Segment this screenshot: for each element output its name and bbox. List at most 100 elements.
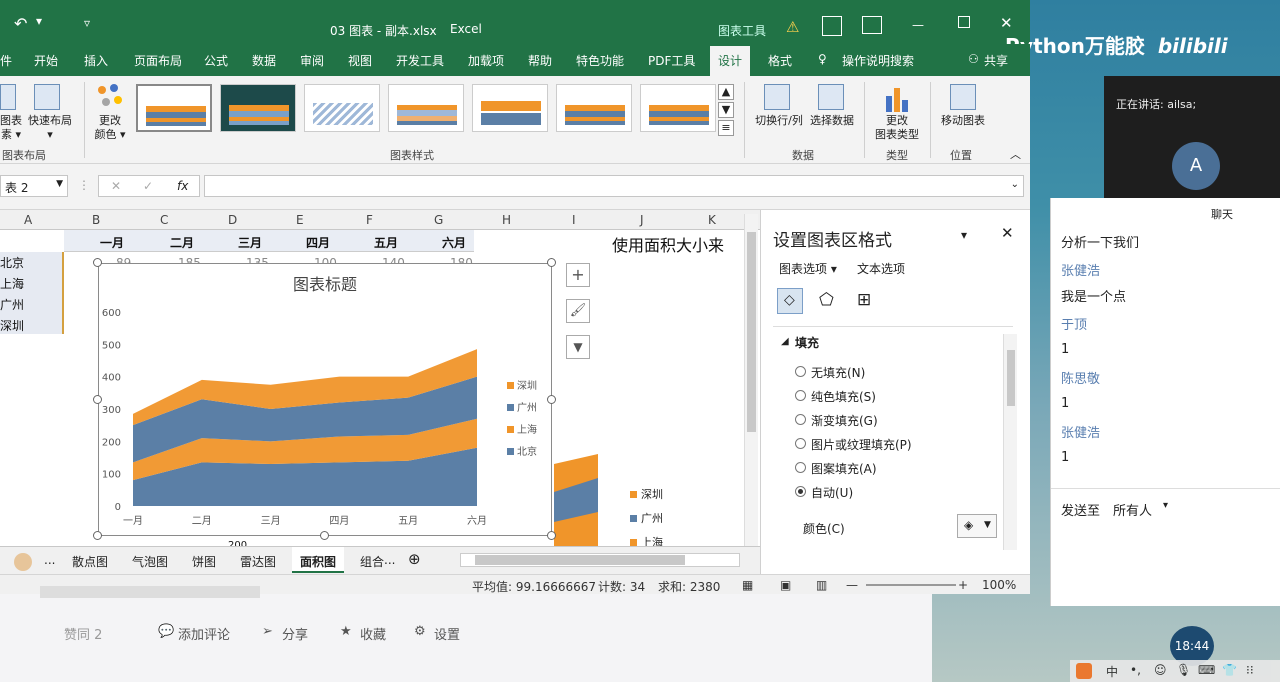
- tools-icon[interactable]: ⁝⁝: [1246, 663, 1254, 677]
- legend-swatch[interactable]: [507, 404, 514, 411]
- tab-nav-icon[interactable]: [14, 553, 32, 571]
- radio-automatic[interactable]: [795, 486, 806, 497]
- col-header-e[interactable]: E: [296, 213, 304, 227]
- minimize-icon[interactable]: —: [912, 18, 924, 32]
- tab-data[interactable]: 数据: [252, 52, 276, 69]
- tab-file[interactable]: 件: [0, 52, 12, 69]
- add-comment-button[interactable]: 添加评论: [178, 624, 230, 643]
- cell-row-beijing[interactable]: 北京: [0, 254, 24, 271]
- tab-pdf[interactable]: PDF工具: [648, 52, 695, 69]
- punctuation-icon[interactable]: •,: [1130, 663, 1141, 677]
- fill-line-icon[interactable]: ◇: [777, 288, 803, 314]
- cell-month-4[interactable]: 四月: [306, 234, 330, 251]
- col-header-c[interactable]: C: [160, 213, 168, 227]
- cell-row-shanghai[interactable]: 上海: [0, 275, 24, 292]
- label-solid-fill[interactable]: 纯色填充(S): [811, 388, 876, 405]
- sheet-tab-scatter[interactable]: 散点图: [72, 553, 108, 570]
- page-break-view-icon[interactable]: ▥: [816, 578, 827, 592]
- legend-label[interactable]: 深圳: [517, 380, 537, 392]
- pane-scroll-thumb[interactable]: [1007, 350, 1015, 406]
- col-header-g[interactable]: G: [434, 213, 443, 227]
- label-picture-fill[interactable]: 图片或纹理填充(P): [811, 436, 912, 453]
- radio-no-fill[interactable]: [795, 366, 806, 377]
- settings-gear-icon[interactable]: ⚙: [414, 624, 426, 639]
- horizontal-scrollbar[interactable]: [460, 553, 740, 567]
- col-header-d[interactable]: D: [228, 213, 237, 227]
- chart-style-4[interactable]: [388, 84, 464, 132]
- tell-me-search[interactable]: 操作说明搜索: [842, 52, 914, 69]
- favorite-link[interactable]: 收藏: [360, 624, 386, 643]
- move-chart-icon[interactable]: [950, 84, 976, 110]
- section-collapse-icon[interactable]: ◢: [781, 336, 789, 347]
- chart-styles-button[interactable]: 🖌: [566, 299, 590, 323]
- resize-handle-tr[interactable]: [547, 258, 556, 267]
- change-chart-type-label[interactable]: 更改: [868, 114, 926, 128]
- insert-function-icon[interactable]: fx: [177, 179, 188, 193]
- section-fill[interactable]: 填充: [795, 334, 819, 351]
- normal-view-icon[interactable]: ▦: [742, 578, 753, 592]
- cancel-icon[interactable]: ✕: [111, 179, 121, 193]
- color-picker-button[interactable]: ◈ ▼: [957, 514, 997, 538]
- legend-swatch[interactable]: [507, 426, 514, 433]
- sheet-tab-radar[interactable]: 雷达图: [240, 553, 276, 570]
- radio-gradient-fill[interactable]: [795, 414, 806, 425]
- change-colors-icon[interactable]: [96, 84, 124, 110]
- switch-row-col-icon[interactable]: [764, 84, 790, 110]
- chart-style-2[interactable]: [220, 84, 296, 132]
- chart-style-6[interactable]: [556, 84, 632, 132]
- share-button[interactable]: 共享: [984, 52, 1008, 69]
- styles-more-icon[interactable]: ≡: [718, 120, 734, 136]
- tab-format[interactable]: 格式: [768, 52, 792, 69]
- cell-month-1[interactable]: 一月: [100, 234, 124, 251]
- chart-title[interactable]: 图表标题: [293, 275, 357, 294]
- resize-handle-mr[interactable]: [547, 395, 556, 404]
- sheet-tab-more-right[interactable]: ...: [384, 553, 395, 567]
- col-header-a[interactable]: A: [24, 213, 32, 227]
- legend-label[interactable]: 上海: [517, 423, 537, 436]
- star-icon[interactable]: ★: [340, 624, 352, 639]
- chart-style-1[interactable]: [136, 84, 212, 132]
- chart-style-3[interactable]: [304, 84, 380, 132]
- resize-handle-ml[interactable]: [93, 395, 102, 404]
- share-icon[interactable]: ⚇: [968, 52, 979, 66]
- add-sheet-icon[interactable]: ⊕: [408, 550, 421, 568]
- tab-view[interactable]: 视图: [348, 52, 372, 69]
- chart-elements-button[interactable]: +: [566, 263, 590, 287]
- move-chart-button[interactable]: 移动图表: [936, 114, 990, 128]
- like-button[interactable]: 赞同 2: [64, 624, 102, 643]
- name-box[interactable]: 表 2 ▼: [0, 175, 68, 197]
- resize-handle-br[interactable]: [547, 531, 556, 540]
- formula-input[interactable]: ⌄: [204, 175, 1024, 197]
- legend-label[interactable]: 广州: [517, 402, 537, 414]
- label-no-fill[interactable]: 无填充(N): [811, 364, 865, 381]
- zoom-level[interactable]: 100%: [982, 578, 1016, 592]
- chart-style-5[interactable]: [472, 84, 548, 132]
- chart-style-7[interactable]: [640, 84, 716, 132]
- collapse-ribbon-icon[interactable]: ︿: [1010, 148, 1021, 162]
- undo-icon[interactable]: ↶: [14, 14, 27, 33]
- zoom-in-icon[interactable]: +: [958, 578, 968, 592]
- ribbon-display-icon[interactable]: [862, 16, 882, 34]
- sheet-tab-more-left[interactable]: ...: [44, 553, 55, 567]
- qat-customize-icon[interactable]: ▿: [84, 16, 90, 30]
- pane-options-icon[interactable]: ▾: [961, 228, 967, 242]
- col-header-j[interactable]: J: [640, 213, 644, 227]
- change-chart-type-icon[interactable]: [884, 84, 910, 112]
- comment-icon[interactable]: 💬: [158, 624, 174, 639]
- col-header-h[interactable]: H: [502, 213, 511, 227]
- undo-dropdown-icon[interactable]: ▾: [36, 14, 42, 28]
- size-properties-icon[interactable]: ⊞: [857, 290, 871, 310]
- select-data-button[interactable]: 选择数据: [806, 114, 858, 128]
- col-header-k[interactable]: K: [708, 213, 716, 227]
- radio-solid-fill[interactable]: [795, 390, 806, 401]
- tab-developer[interactable]: 开发工具: [396, 52, 444, 69]
- vertical-scroll-thumb[interactable]: [747, 232, 756, 432]
- legend-swatch[interactable]: [507, 382, 514, 389]
- speaker-avatar[interactable]: A: [1172, 142, 1220, 190]
- pane-close-icon[interactable]: ✕: [1001, 224, 1014, 242]
- tab-text-options[interactable]: 文本选项: [857, 260, 905, 277]
- chat-input[interactable]: [1061, 526, 1271, 596]
- styles-scroll-down-icon[interactable]: ▼: [718, 102, 734, 118]
- tab-special[interactable]: 特色功能: [576, 52, 624, 69]
- add-chart-element-label[interactable]: 图表: [0, 114, 22, 128]
